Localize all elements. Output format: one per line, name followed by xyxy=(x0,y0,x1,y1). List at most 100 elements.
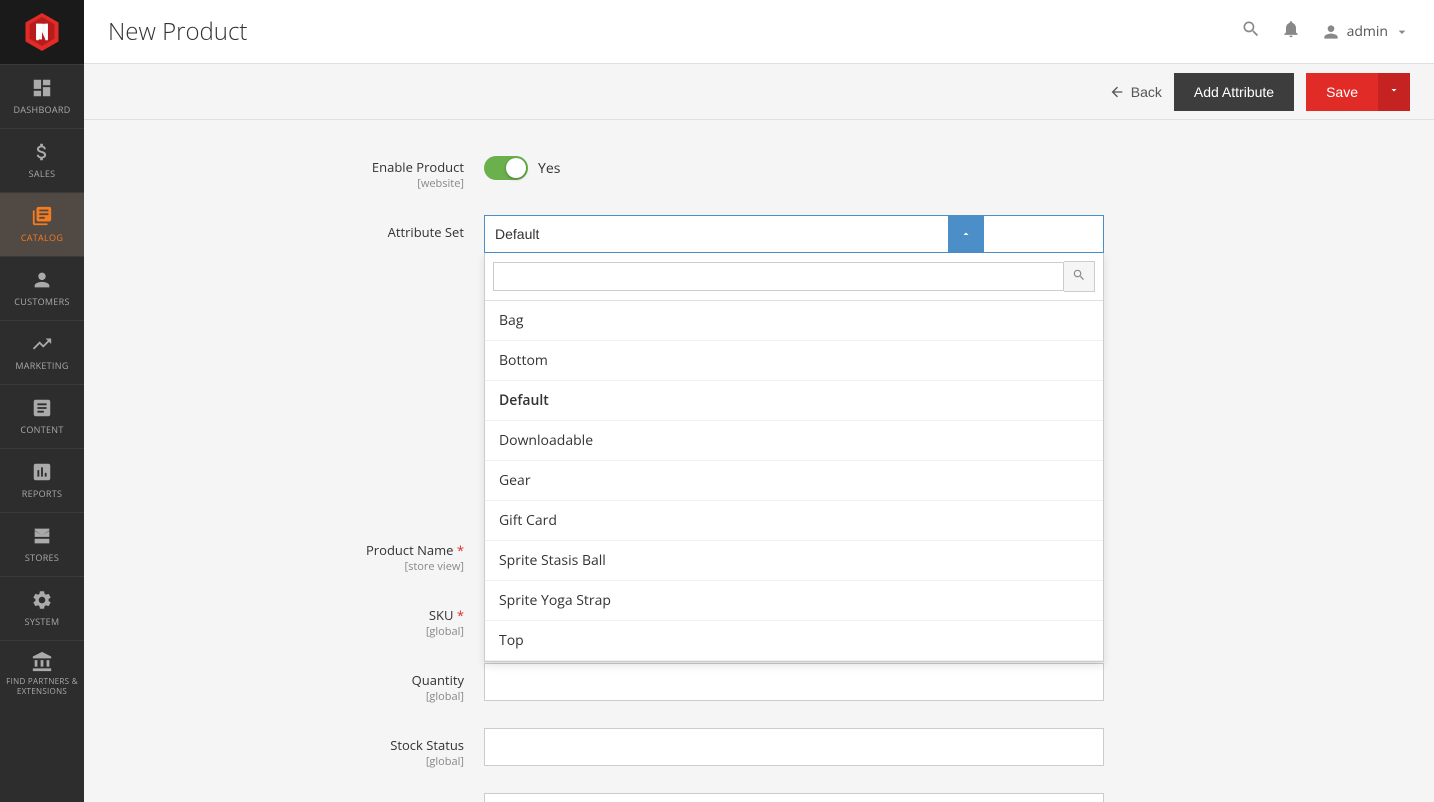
dropdown-option-top[interactable]: Top xyxy=(485,621,1103,661)
categories-label-group: Categories [global] xyxy=(264,793,484,802)
stock-status-control xyxy=(484,728,984,766)
quantity-sublabel: [global] xyxy=(264,689,464,704)
attribute-set-input[interactable] xyxy=(484,215,1104,253)
quantity-label: Quantity xyxy=(264,671,464,689)
magento-logo-icon xyxy=(23,13,61,51)
sku-sublabel: [global] xyxy=(264,624,464,639)
stock-status-group: Stock Status [global] xyxy=(264,728,1410,769)
user-menu-chevron-icon xyxy=(1394,24,1410,40)
sidebar-item-label-marketing: MARKETING xyxy=(15,359,68,372)
sidebar-item-label-catalog: CATALOG xyxy=(21,231,63,244)
sidebar-item-label-partners: FIND PARTNERS & EXTENSIONS xyxy=(6,677,78,696)
dropdown-option-sprite-yoga-strap[interactable]: Sprite Yoga Strap xyxy=(485,581,1103,621)
sku-label-group: SKU [global] xyxy=(264,598,484,639)
sidebar-item-system[interactable]: SYSTEM xyxy=(0,576,84,640)
save-dropdown-chevron-icon xyxy=(1388,84,1400,96)
back-label: Back xyxy=(1131,84,1162,100)
stock-status-label: Stock Status xyxy=(264,736,464,754)
sidebar-item-label-customers: CUSTOMERS xyxy=(14,295,69,308)
sidebar-item-label-system: SYSTEM xyxy=(25,615,60,628)
product-name-label-group: Product Name [store view] xyxy=(264,533,484,574)
sidebar-item-label-stores: STORES xyxy=(25,551,59,564)
user-name: admin xyxy=(1347,22,1388,41)
attribute-set-toggle-button[interactable] xyxy=(948,215,984,253)
sidebar-item-content[interactable]: CONTENT xyxy=(0,384,84,448)
sidebar-item-label-reports: REPORTS xyxy=(22,487,63,500)
partners-icon xyxy=(31,651,53,673)
enable-product-label-group: Enable Product [website] xyxy=(264,150,484,191)
attribute-set-control: Bag Bottom Default Downloadable Gear Gif… xyxy=(484,215,984,253)
enable-product-toggle[interactable] xyxy=(484,156,528,180)
sidebar-item-marketing[interactable]: MARKETING xyxy=(0,320,84,384)
dropdown-option-gear[interactable]: Gear xyxy=(485,461,1103,501)
attribute-set-label: Attribute Set xyxy=(264,223,464,241)
dropdown-search-icon-svg xyxy=(1072,268,1086,282)
reports-icon xyxy=(31,461,53,483)
dropdown-option-gift-card[interactable]: Gift Card xyxy=(485,501,1103,541)
categories-input[interactable] xyxy=(484,793,1104,802)
quantity-input[interactable] xyxy=(484,663,1104,701)
dropdown-search-button[interactable] xyxy=(1064,261,1095,292)
notification-bell-icon[interactable] xyxy=(1281,19,1301,45)
search-icon[interactable] xyxy=(1241,19,1261,45)
sidebar-logo xyxy=(0,0,84,64)
sidebar-item-catalog[interactable]: CATALOG xyxy=(0,192,84,256)
system-icon xyxy=(31,589,53,611)
dropdown-option-bottom[interactable]: Bottom xyxy=(485,341,1103,381)
sidebar: DASHBOARD SALES CATALOG CUSTOMERS MARKET… xyxy=(0,0,84,802)
dropdown-option-bag[interactable]: Bag xyxy=(485,301,1103,341)
back-arrow-icon xyxy=(1109,84,1125,100)
dropdown-option-sprite-stasis-ball[interactable]: Sprite Stasis Ball xyxy=(485,541,1103,581)
dropdown-search-area xyxy=(485,253,1103,301)
sidebar-item-sales[interactable]: SALES xyxy=(0,128,84,192)
dropdown-option-default[interactable]: Default xyxy=(485,381,1103,421)
stock-status-label-group: Stock Status [global] xyxy=(264,728,484,769)
categories-group: Categories [global] xyxy=(264,793,1410,802)
save-button[interactable]: Save xyxy=(1306,73,1378,111)
header-actions: admin xyxy=(1241,19,1410,45)
sku-label: SKU xyxy=(264,606,464,624)
sidebar-item-customers[interactable]: CUSTOMERS xyxy=(0,256,84,320)
sidebar-item-reports[interactable]: REPORTS xyxy=(0,448,84,512)
attribute-set-chevron-icon xyxy=(960,228,972,240)
add-attribute-button[interactable]: Add Attribute xyxy=(1174,73,1294,111)
add-attribute-label: Add Attribute xyxy=(1194,84,1274,100)
user-menu[interactable]: admin xyxy=(1321,22,1410,42)
attribute-set-dropdown: Bag Bottom Default Downloadable Gear Gif… xyxy=(484,253,1104,662)
marketing-icon xyxy=(31,333,53,355)
sales-icon xyxy=(31,141,53,163)
stores-icon xyxy=(31,525,53,547)
dropdown-option-downloadable[interactable]: Downloadable xyxy=(485,421,1103,461)
main-area: New Product admin Back Add Attribute xyxy=(84,0,1434,802)
sidebar-item-label-content: CONTENT xyxy=(20,423,63,436)
dropdown-search-input[interactable] xyxy=(493,262,1064,291)
sidebar-item-dashboard[interactable]: DASHBOARD xyxy=(0,64,84,128)
stock-status-input[interactable] xyxy=(484,728,1104,766)
attribute-set-label-group: Attribute Set xyxy=(264,215,484,241)
enable-product-control: Yes xyxy=(484,150,984,180)
page-title: New Product xyxy=(108,15,1241,48)
categories-control xyxy=(484,793,984,802)
save-dropdown-button[interactable] xyxy=(1378,73,1410,111)
save-label: Save xyxy=(1326,84,1358,100)
product-name-label: Product Name xyxy=(264,541,464,559)
content-icon xyxy=(31,397,53,419)
sidebar-item-label-sales: SALES xyxy=(29,167,56,180)
enable-product-label: Enable Product xyxy=(264,158,464,176)
back-button[interactable]: Back xyxy=(1109,84,1162,100)
save-button-group: Save xyxy=(1306,73,1410,111)
product-name-sublabel: [store view] xyxy=(264,559,464,574)
enable-product-group: Enable Product [website] Yes xyxy=(264,150,1410,191)
user-avatar-icon xyxy=(1321,22,1341,42)
sidebar-item-partners[interactable]: FIND PARTNERS & EXTENSIONS xyxy=(0,640,84,706)
toolbar: Back Add Attribute Save xyxy=(84,64,1434,120)
quantity-group: Quantity [global] xyxy=(264,663,1410,704)
dashboard-icon xyxy=(31,77,53,99)
content-area: Enable Product [website] Yes Attribute S… xyxy=(84,120,1434,802)
quantity-label-group: Quantity [global] xyxy=(264,663,484,704)
sidebar-item-stores[interactable]: STORES xyxy=(0,512,84,576)
stock-status-sublabel: [global] xyxy=(264,754,464,769)
catalog-icon xyxy=(31,205,53,227)
attribute-set-group: Attribute Set Bag Bottom xyxy=(264,215,1410,253)
enable-product-value: Yes xyxy=(538,159,560,178)
